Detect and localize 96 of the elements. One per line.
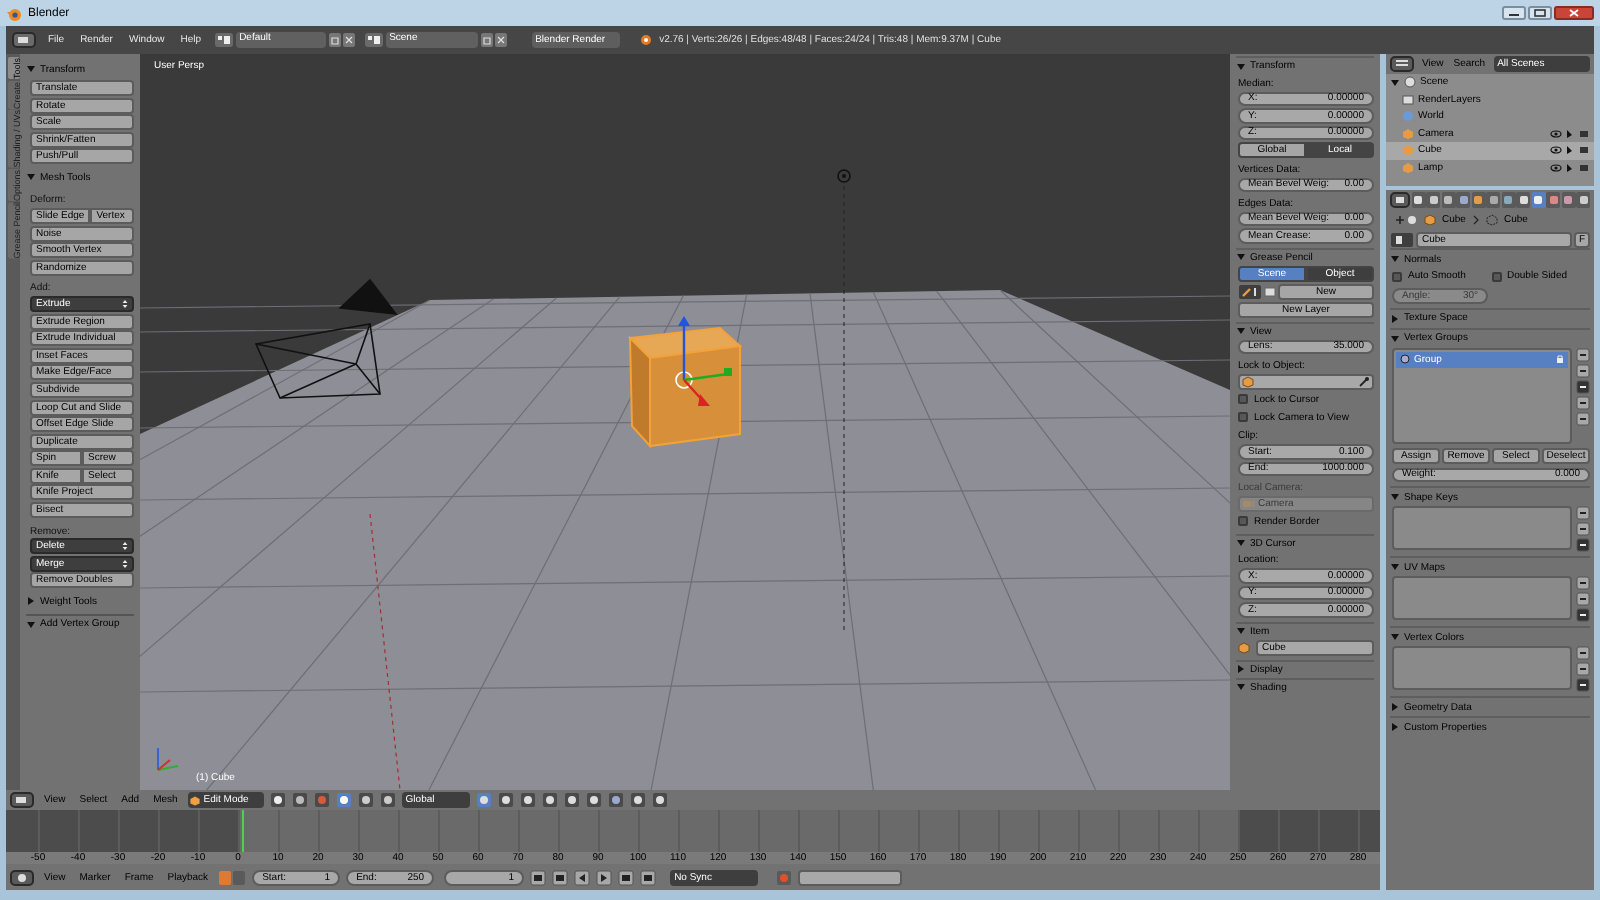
dropdown-arrows-icon (122, 557, 128, 570)
browse-icon[interactable] (1264, 285, 1276, 297)
dropdown-arrows-icon (122, 297, 128, 310)
dropdown-arrows-icon (122, 540, 128, 553)
out-of-range-region (1240, 810, 1380, 852)
collapse-arrow-icon[interactable] (1236, 664, 1246, 674)
expand-arrow-icon[interactable] (1390, 254, 1400, 264)
list-button-icon[interactable] (1576, 592, 1590, 606)
maximize-icon[interactable] (1528, 6, 1552, 20)
axis-gizmo-icon (154, 742, 182, 774)
keying-set-field[interactable] (798, 869, 903, 885)
checkbox[interactable] (1238, 412, 1248, 422)
scene-icon (1404, 76, 1416, 89)
properties-tab[interactable] (1501, 192, 1515, 208)
play-reverse-icon[interactable] (574, 869, 591, 885)
list-button-icon[interactable] (1576, 662, 1590, 676)
pencil-icon[interactable] (1238, 283, 1262, 299)
mesh-browse-icon[interactable] (1390, 231, 1414, 247)
expand-arrow-icon[interactable] (1390, 562, 1400, 572)
add-remove-icon[interactable] (479, 32, 508, 48)
chevron-icon (1471, 214, 1480, 226)
checkbox[interactable] (1238, 394, 1248, 404)
cube-icon (1238, 641, 1250, 653)
properties-tab[interactable] (1471, 192, 1485, 208)
expand-arrow-icon[interactable] (1236, 252, 1246, 262)
expand-arrow-icon[interactable] (1236, 61, 1246, 71)
properties-tab[interactable] (1531, 192, 1545, 208)
play-icon[interactable] (596, 869, 613, 885)
object-field[interactable] (1238, 373, 1374, 389)
cube-icon (1424, 214, 1436, 226)
expand-arrow-icon[interactable] (1236, 626, 1246, 636)
list-button-icon[interactable] (1576, 363, 1590, 377)
checkbox[interactable] (1392, 271, 1402, 281)
vertex-group-icon (1400, 354, 1410, 364)
camera-drawing (254, 278, 398, 399)
mesh-icon (189, 795, 200, 805)
cube-icon (1242, 375, 1254, 387)
cube-drawing (627, 316, 743, 449)
list-button-icon[interactable] (1576, 608, 1590, 622)
renderlayers-icon (1402, 93, 1414, 106)
checkbox[interactable] (1491, 271, 1501, 281)
expand-arrow-icon[interactable] (1390, 333, 1400, 343)
expand-arrow-icon[interactable] (26, 64, 36, 74)
properties-tab[interactable] (1546, 192, 1560, 208)
list-button-icon[interactable] (1576, 395, 1590, 409)
properties-tab[interactable] (1486, 192, 1500, 208)
expand-arrow-icon[interactable] (1236, 326, 1246, 336)
expand-arrow-icon[interactable] (1390, 77, 1400, 88)
app-logo-icon (6, 5, 22, 21)
list-button-icon[interactable] (1576, 411, 1590, 425)
screen-icon[interactable] (213, 32, 234, 48)
properties-tab[interactable] (1456, 192, 1470, 208)
camera-icon (1242, 497, 1254, 509)
list-button-icon[interactable] (1576, 538, 1590, 552)
add-remove-icon[interactable] (327, 32, 356, 48)
collapse-arrow-icon[interactable] (1390, 722, 1400, 732)
world-icon (1402, 110, 1414, 123)
minimize-icon[interactable] (1502, 6, 1526, 20)
visibility-icons[interactable] (1550, 161, 1590, 174)
list-button-icon[interactable] (1576, 522, 1590, 536)
eyedropper-icon[interactable] (1358, 375, 1370, 387)
mesh-data-icon (1485, 214, 1498, 226)
expand-arrow-icon[interactable] (26, 619, 36, 630)
editor-type-icon[interactable] (10, 869, 34, 885)
collapse-arrow-icon[interactable] (26, 596, 36, 607)
collapse-arrow-icon[interactable] (1390, 313, 1400, 323)
properties-tab[interactable] (1426, 192, 1440, 208)
editor-type-icon[interactable] (1390, 56, 1414, 72)
list-button-icon[interactable] (1576, 646, 1590, 660)
editor-type-icon[interactable] (12, 32, 36, 48)
expand-arrow-icon[interactable] (26, 172, 36, 183)
checkbox[interactable] (1238, 516, 1248, 526)
expand-arrow-icon[interactable] (1236, 538, 1246, 548)
scene-icon[interactable] (363, 32, 384, 48)
expand-arrow-icon[interactable] (1236, 682, 1246, 692)
visibility-icons[interactable] (1550, 127, 1590, 140)
properties-tab[interactable] (1411, 192, 1425, 208)
properties-tab[interactable] (1516, 192, 1530, 208)
expand-arrow-icon[interactable] (1390, 632, 1400, 642)
visibility-icons[interactable] (1550, 144, 1590, 157)
lock-icon[interactable] (1556, 354, 1564, 364)
expand-arrow-icon[interactable] (1390, 492, 1400, 502)
list-button-icon[interactable] (1576, 347, 1590, 361)
properties-tab[interactable] (1561, 192, 1575, 208)
collapse-arrow-icon[interactable] (1390, 702, 1400, 712)
list-button-icon[interactable] (1576, 379, 1590, 393)
current-frame-line (242, 810, 244, 852)
properties-tab[interactable] (1576, 192, 1590, 208)
editor-type-icon[interactable] (1390, 192, 1410, 208)
list-button-icon[interactable] (1576, 678, 1590, 692)
close-icon[interactable] (1554, 6, 1594, 20)
list-button-icon[interactable] (1576, 506, 1590, 520)
editor-type-icon[interactable] (10, 792, 34, 808)
properties-tab[interactable] (1441, 192, 1455, 208)
blender-icon (639, 34, 652, 46)
list-button-icon[interactable] (1576, 576, 1590, 590)
